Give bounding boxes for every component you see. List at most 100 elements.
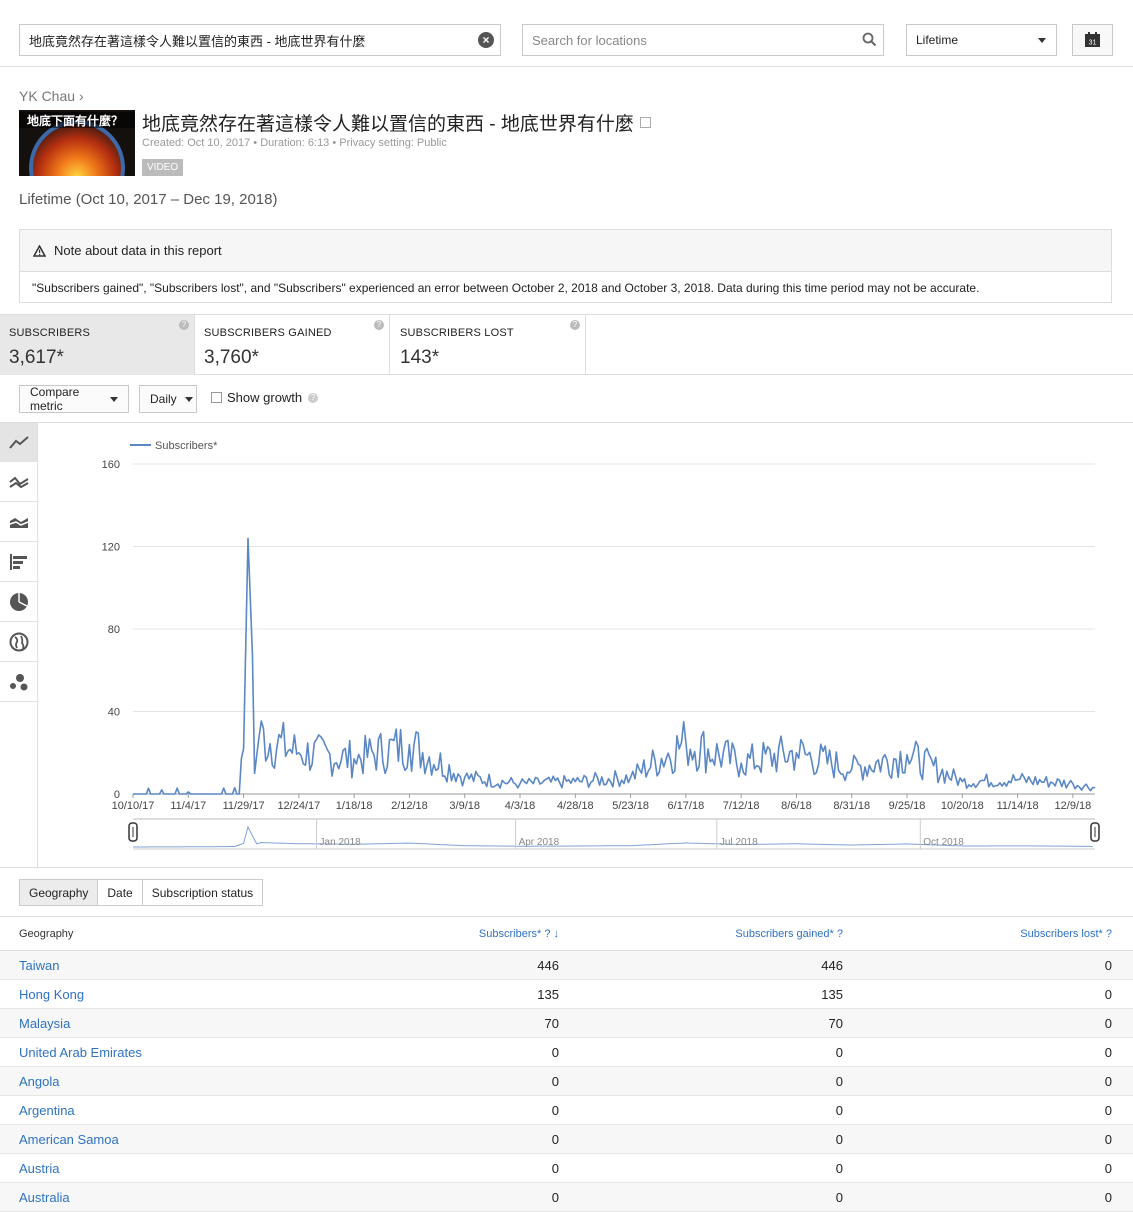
search-icon[interactable]	[862, 32, 877, 50]
table-row[interactable]: Austria 0 0 0	[0, 1154, 1133, 1183]
subscribers-gained-cell: 0	[835, 1161, 843, 1176]
geography-cell[interactable]: Hong Kong	[19, 987, 84, 1002]
geography-cell[interactable]: Malaysia	[19, 1016, 70, 1031]
subscribers-lost-cell: 0	[1104, 987, 1112, 1002]
chart-area: 160 120 80 40 0 10/10/17 11/4/17 11/29/17 12/24/…	[0, 422, 1133, 868]
col-subscribers-lost[interactable]: Subscribers lost* ?	[1020, 928, 1112, 940]
chevron-down-icon	[1038, 38, 1046, 43]
note-title: Note about data in this report	[54, 243, 222, 258]
geography-cell[interactable]: Argentina	[19, 1103, 75, 1118]
compare-metric-label: Compare metric	[30, 385, 80, 413]
table-tabs: Geography Date Subscription status	[19, 879, 264, 906]
chart-type-toolbar	[0, 423, 38, 867]
bubble-chart-icon[interactable]	[0, 663, 37, 702]
chevron-right-icon: ›	[78, 88, 84, 104]
subscribers-cell: 0	[551, 1132, 559, 1147]
x-tick-label: 8/31/18	[833, 800, 870, 812]
channel-name[interactable]: YK Chau	[19, 88, 75, 104]
bar-chart-icon[interactable]	[0, 543, 37, 582]
location-search-placeholder[interactable]: Search for locations	[523, 33, 647, 48]
table-row[interactable]: Hong Kong 135 135 0	[0, 980, 1133, 1009]
tab-subscription-status[interactable]: Subscription status	[142, 880, 263, 905]
granularity-select[interactable]: Daily	[139, 385, 197, 413]
subscribers-gained-cell: 0	[835, 1074, 843, 1089]
calendar-label: 31	[1089, 40, 1097, 47]
data-note: Note about data in this report "Subscrib…	[19, 229, 1112, 303]
x-tick-label: 11/4/17	[170, 800, 206, 812]
table-row[interactable]: Argentina 0 0 0	[0, 1096, 1133, 1125]
subscribers-gained-cell: 0	[835, 1103, 843, 1118]
subscribers-cell: 135	[537, 987, 559, 1002]
table-row[interactable]: Angola 0 0 0	[0, 1067, 1133, 1096]
col-subscribers[interactable]: Subscribers* ? ↓	[479, 928, 559, 940]
col-geography[interactable]: Geography	[19, 928, 73, 940]
subscribers-gained-cell: 0	[835, 1190, 843, 1205]
date-range-value[interactable]: Lifetime	[907, 33, 958, 47]
help-icon[interactable]: ?	[179, 320, 189, 330]
timeline-label: Jul 2018	[720, 837, 758, 848]
subscribers-lost-cell: 0	[1104, 1161, 1112, 1176]
geography-cell[interactable]: Austria	[19, 1161, 59, 1176]
y-tick-label: 120	[102, 542, 120, 554]
help-icon[interactable]: ?	[570, 320, 580, 330]
subscribers-cell: 0	[551, 1190, 559, 1205]
tab-geography[interactable]: Geography	[20, 880, 99, 905]
help-icon[interactable]: ?	[374, 320, 384, 330]
x-tick-label: 6/17/18	[668, 800, 705, 812]
thumbnail-text: 地底下面有什麼？	[27, 113, 123, 128]
video-search-input[interactable]: 地底竟然存在著這樣令人難以置信的東西 - 地底世界有什麼 ×	[19, 24, 501, 56]
clear-icon[interactable]: ×	[478, 32, 494, 48]
table-row[interactable]: American Samoa 0 0 0	[0, 1125, 1133, 1154]
tab-date[interactable]: Date	[98, 880, 143, 905]
subscribers-lost-cell: 0	[1104, 1132, 1112, 1147]
external-link-icon[interactable]	[639, 117, 651, 129]
x-tick-label: 11/14/18	[997, 800, 1039, 812]
col-subscribers-gained[interactable]: Subscribers gained* ?	[735, 928, 843, 940]
line-chart-icon[interactable]	[0, 423, 37, 462]
subscribers-lost-cell: 0	[1104, 958, 1112, 973]
created-date: Created: Oct 10, 2017	[142, 137, 251, 149]
subscribers-lost-cell: 0	[1104, 1074, 1112, 1089]
metric-subscribers-gained[interactable]: SUBSCRIBERS GAINED 3,760* ?	[195, 315, 390, 375]
multi-line-icon[interactable]	[0, 463, 37, 502]
table-row[interactable]: United Arab Emirates 0 0 0	[0, 1038, 1133, 1067]
location-search-input[interactable]: Search for locations	[522, 24, 884, 56]
table-row[interactable]: Malaysia 70 70 0	[0, 1009, 1133, 1038]
geography-cell[interactable]: Angola	[19, 1074, 59, 1089]
table-row[interactable]: Taiwan 446 446 0	[0, 951, 1133, 980]
globe-icon[interactable]	[0, 623, 37, 662]
chevron-down-icon	[110, 396, 118, 402]
chevron-down-icon	[184, 396, 193, 402]
compare-metric-button[interactable]: Compare metric	[19, 385, 129, 413]
geography-cell[interactable]: American Samoa	[19, 1132, 119, 1147]
geography-table: Geography Subscribers* ? ↓ Subscribers g…	[0, 916, 1133, 1212]
subscribers-line-chart[interactable]: 1601208040010/10/17 11/4/17 11/29/17 12/24/…	[38, 423, 1133, 867]
show-growth-label: Show growth	[227, 390, 303, 405]
metric-subscribers-lost[interactable]: SUBSCRIBERS LOST 143* ?	[391, 315, 586, 375]
date-range-select[interactable]: Lifetime	[906, 24, 1057, 56]
pie-chart-icon[interactable]	[0, 583, 37, 622]
note-header[interactable]: Note about data in this report	[20, 230, 1111, 272]
series-line	[133, 537, 1096, 795]
x-tick-label: 12/24/17	[277, 800, 320, 812]
channel-breadcrumb[interactable]: YK Chau ›	[19, 88, 84, 104]
top-bar: 地底竟然存在著這樣令人難以置信的東西 - 地底世界有什麼 × Search fo…	[0, 0, 1133, 67]
x-tick-label: 5/23/18	[612, 800, 649, 812]
table-row[interactable]: Australia 0 0 0	[0, 1183, 1133, 1212]
geography-cell[interactable]: United Arab Emirates	[19, 1045, 142, 1060]
subscribers-gained-cell: 135	[821, 987, 843, 1002]
note-body: "Subscribers gained", "Subscribers lost"…	[32, 281, 980, 295]
show-growth-toggle[interactable]: Show growth ?	[211, 390, 319, 405]
timeline-label: Oct 2018	[923, 837, 964, 848]
help-icon[interactable]: ?	[308, 392, 319, 403]
video-search-value[interactable]: 地底竟然存在著這樣令人難以置信的東西 - 地底世界有什麼	[20, 31, 366, 50]
subscribers-gained-cell: 0	[835, 1132, 843, 1147]
metric-subscribers[interactable]: SUBSCRIBERS 3,617* ?	[0, 315, 195, 375]
calendar-button[interactable]: 31	[1072, 24, 1113, 56]
calendar-icon: 31	[1085, 32, 1100, 47]
geography-cell[interactable]: Australia	[19, 1190, 70, 1205]
video-thumbnail[interactable]: 地底下面有什麼？	[19, 110, 135, 176]
show-growth-checkbox[interactable]	[211, 392, 222, 403]
stacked-area-icon[interactable]	[0, 503, 37, 542]
geography-cell[interactable]: Taiwan	[19, 958, 59, 973]
